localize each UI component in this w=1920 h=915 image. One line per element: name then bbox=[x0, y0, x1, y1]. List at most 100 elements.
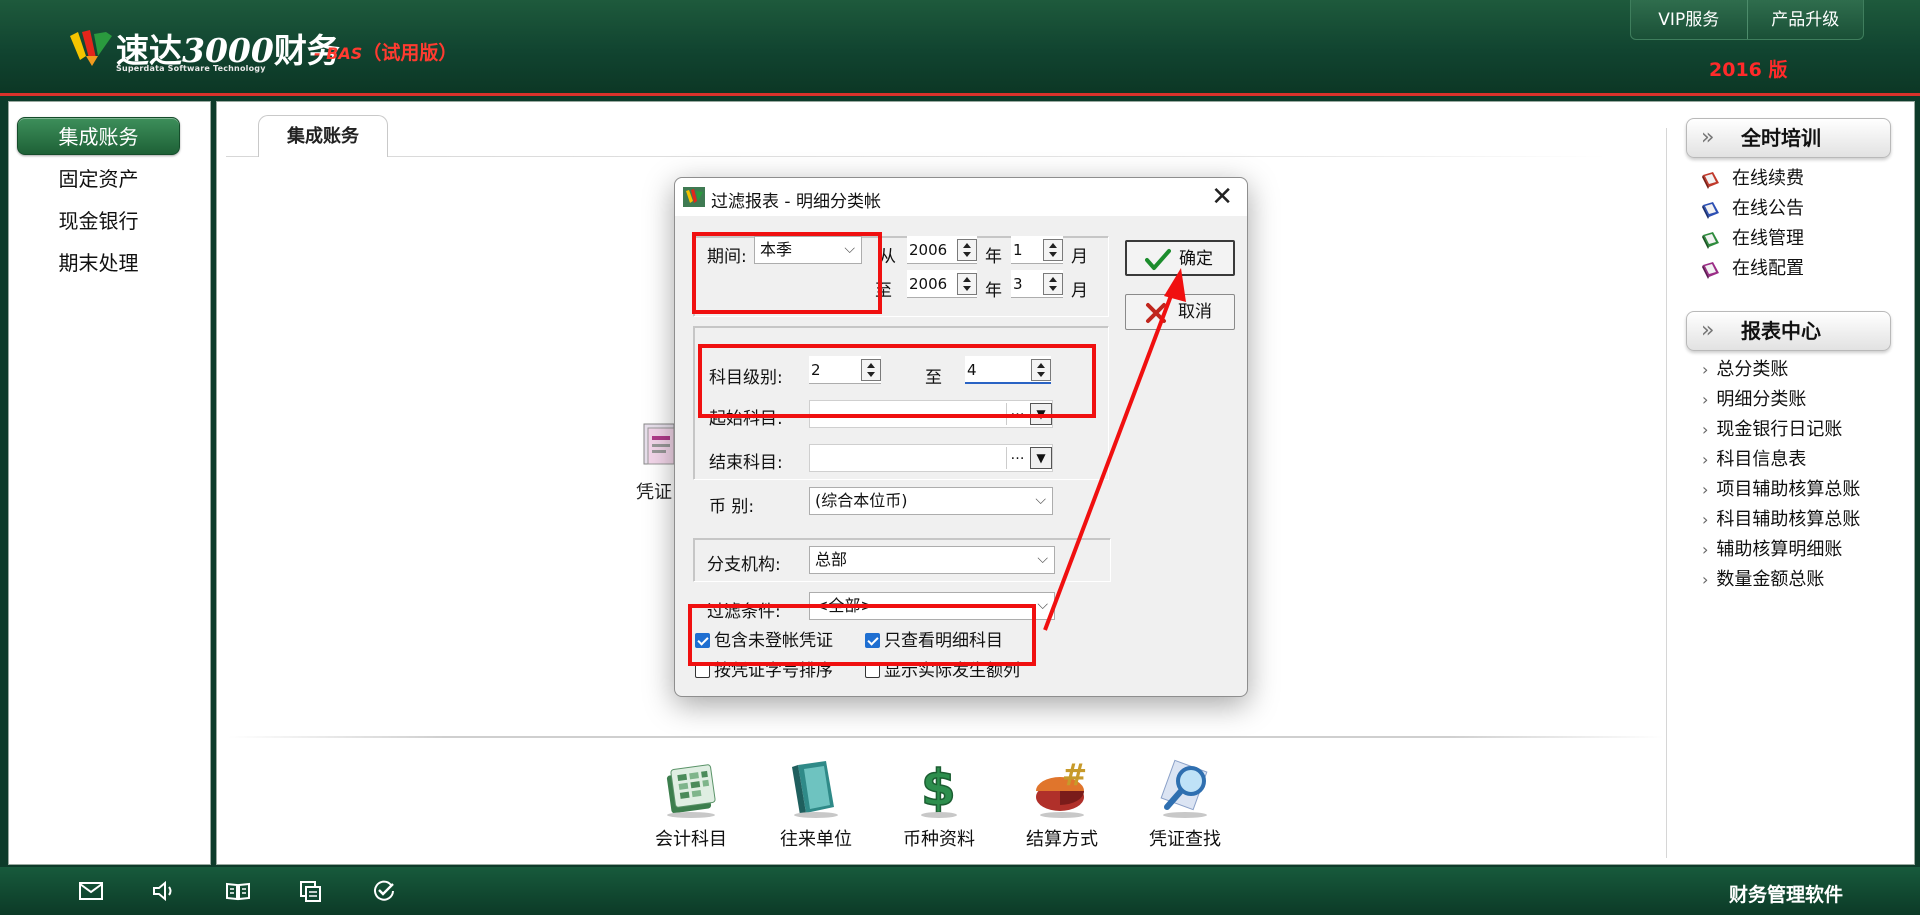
tool-settlement[interactable]: # 结算方式 bbox=[1007, 757, 1117, 851]
speaker-icon[interactable] bbox=[151, 879, 177, 903]
svg-text:#: # bbox=[1062, 758, 1087, 793]
close-icon[interactable]: ✕ bbox=[1211, 182, 1233, 212]
ok-button[interactable]: 确定 bbox=[1125, 240, 1235, 276]
top-buttons: VIP服务 产品升级 bbox=[1630, 0, 1864, 40]
copy-icon[interactable] bbox=[298, 879, 324, 903]
dropdown-arrow-icon[interactable]: ▼ bbox=[1030, 403, 1052, 425]
level-to-spinner[interactable]: 4 bbox=[965, 356, 1051, 384]
year-label: 年 bbox=[985, 247, 1002, 267]
browse-icon[interactable]: … bbox=[1006, 447, 1028, 469]
to-label: 至 bbox=[875, 281, 892, 301]
filter-condition-select[interactable]: <全部> ⌵ bbox=[809, 592, 1055, 620]
vip-service-button[interactable]: VIP服务 bbox=[1631, 0, 1747, 39]
report-link-project-aux-ledger[interactable]: › 项目辅助核算总账 bbox=[1702, 477, 1860, 503]
report-link-aux-detail[interactable]: › 辅助核算明细账 bbox=[1702, 537, 1842, 563]
show-actual-amount-checkbox[interactable]: 显示实际发生额列 bbox=[865, 660, 1020, 682]
book-blue-icon bbox=[1702, 202, 1719, 219]
chevron-down-icon: ⌵ bbox=[1037, 597, 1048, 613]
sort-by-voucher-checkbox[interactable]: 按凭证字号排序 bbox=[695, 660, 833, 682]
sidebar-item-fixed-assets[interactable]: 固定资产 bbox=[17, 160, 180, 198]
month-label: 月 bbox=[1071, 247, 1088, 267]
contacts-icon bbox=[792, 761, 838, 818]
detail-only-checkbox[interactable]: 只查看明细科目 bbox=[865, 630, 1003, 652]
double-chevron-icon: » bbox=[1701, 318, 1715, 343]
tool-currency[interactable]: $ 币种资料 bbox=[884, 757, 994, 851]
tool-voucher-search[interactable]: 凭证查找 bbox=[1130, 757, 1240, 851]
report-link-quantity-ledger[interactable]: › 数量金额总账 bbox=[1702, 567, 1824, 593]
report-link-detail-ledger[interactable]: › 明细分类账 bbox=[1702, 387, 1806, 413]
chevron-right-icon: › bbox=[1702, 450, 1709, 469]
from-month-spinner[interactable]: 1 bbox=[1011, 236, 1063, 264]
voucher-search-icon bbox=[1160, 759, 1208, 818]
start-subject-label: 起始科目: bbox=[709, 409, 783, 429]
spin-arrows-icon bbox=[1031, 359, 1051, 381]
logo-subtitle: Superdata Software Technology bbox=[116, 64, 266, 73]
chevron-right-icon: › bbox=[1702, 480, 1709, 499]
currency-select[interactable]: (综合本位币) ⌵ bbox=[809, 487, 1053, 515]
currency-icon: $ bbox=[920, 758, 957, 818]
book-purple-icon bbox=[1702, 262, 1719, 279]
training-section-button[interactable]: » 全时培训 bbox=[1686, 118, 1891, 158]
chevron-right-icon: › bbox=[1702, 390, 1709, 409]
level-to-label: 至 bbox=[925, 368, 942, 388]
report-center-button[interactable]: » 报表中心 bbox=[1686, 311, 1891, 351]
settlement-icon: # bbox=[1036, 758, 1087, 818]
chevron-right-icon: › bbox=[1702, 360, 1709, 379]
level-label: 科目级别: bbox=[709, 368, 783, 388]
tab-integrated-accounting[interactable]: 集成账务 bbox=[258, 115, 388, 157]
accounts-icon bbox=[666, 764, 716, 818]
start-subject-field[interactable]: … ▼ bbox=[809, 400, 1053, 428]
to-year-spinner[interactable]: 2006 bbox=[907, 270, 977, 298]
upgrade-button[interactable]: 产品升级 bbox=[1746, 0, 1864, 39]
cancel-button[interactable]: 取消 bbox=[1125, 294, 1235, 330]
dialog-title-bar[interactable]: 过滤报表 - 明细分类帐 ✕ bbox=[675, 178, 1247, 216]
report-link-subject-info[interactable]: › 科目信息表 bbox=[1702, 447, 1806, 473]
browse-icon[interactable]: … bbox=[1006, 403, 1028, 425]
to-month-spinner[interactable]: 3 bbox=[1011, 270, 1063, 298]
book-green-icon bbox=[1702, 232, 1719, 249]
spin-arrows-icon bbox=[957, 273, 977, 295]
check-circle-icon[interactable] bbox=[371, 879, 397, 903]
month-label: 月 bbox=[1071, 281, 1088, 301]
filter-condition-label: 过滤条件: bbox=[707, 602, 781, 622]
edition-label: 2016 版 bbox=[1709, 59, 1788, 81]
include-unposted-checkbox[interactable]: 包含未登帐凭证 bbox=[695, 630, 833, 652]
spin-arrows-icon bbox=[1043, 273, 1063, 295]
app-logo-icon bbox=[683, 187, 705, 207]
mail-icon[interactable] bbox=[78, 879, 104, 903]
voucher-label: 凭证 bbox=[636, 482, 672, 503]
branch-select[interactable]: 总部 ⌵ bbox=[809, 546, 1055, 574]
period-select[interactable]: 本季 ⌵ bbox=[754, 236, 862, 264]
tool-contacts[interactable]: 往来单位 bbox=[761, 757, 871, 851]
period-label: 期间: bbox=[707, 247, 747, 267]
logo-edition-suffix: - BAS（试用版） bbox=[314, 42, 458, 64]
sidebar-item-period-end[interactable]: 期末处理 bbox=[17, 244, 180, 282]
chevron-right-icon: › bbox=[1702, 510, 1709, 529]
chevron-right-icon: › bbox=[1702, 570, 1709, 589]
tool-accounting-subjects[interactable]: 会计科目 bbox=[636, 757, 746, 851]
logo-mark-icon bbox=[70, 30, 112, 66]
dialog-title: 过滤报表 - 明细分类帐 bbox=[711, 192, 881, 212]
footer-product-name: 财务管理软件 bbox=[1729, 884, 1844, 906]
branch-label: 分支机构: bbox=[707, 555, 781, 575]
report-link-general-ledger[interactable]: › 总分类账 bbox=[1702, 357, 1788, 383]
currency-label: 币 别: bbox=[709, 497, 755, 517]
book-icon[interactable] bbox=[225, 879, 251, 903]
report-link-cash-journal[interactable]: › 现金银行日记账 bbox=[1702, 417, 1842, 443]
sidebar-item-cash-bank[interactable]: 现金银行 bbox=[17, 202, 180, 240]
tab-underline bbox=[226, 156, 1606, 157]
end-subject-field[interactable]: … ▼ bbox=[809, 444, 1053, 472]
level-from-spinner[interactable]: 2 bbox=[809, 356, 881, 384]
app-footer: 财务管理软件 bbox=[0, 867, 1920, 915]
chevron-right-icon: › bbox=[1702, 540, 1709, 559]
from-year-spinner[interactable]: 2006 bbox=[907, 236, 977, 264]
x-mark-icon bbox=[1146, 303, 1166, 323]
spin-arrows-icon bbox=[1043, 239, 1063, 261]
end-subject-label: 结束科目: bbox=[709, 453, 783, 473]
spin-arrows-icon bbox=[861, 359, 881, 381]
report-link-subject-aux-ledger[interactable]: › 科目辅助核算总账 bbox=[1702, 507, 1860, 533]
filter-report-dialog: 过滤报表 - 明细分类帐 ✕ 期间: 本季 ⌵ 从 2006 年 1 月 至 20… bbox=[674, 177, 1248, 697]
dropdown-arrow-icon[interactable]: ▼ bbox=[1030, 447, 1052, 469]
sidebar-item-integrated-accounting[interactable]: 集成账务 bbox=[17, 117, 180, 155]
right-panel-divider bbox=[1666, 128, 1667, 858]
